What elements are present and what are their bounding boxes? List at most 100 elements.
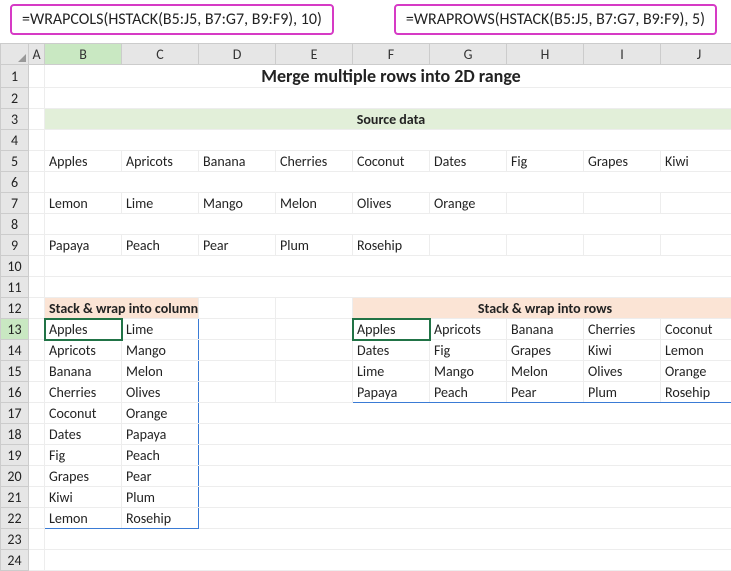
cell[interactable]: Apricots: [45, 340, 122, 361]
cell[interactable]: [29, 529, 45, 550]
cell[interactable]: [29, 487, 45, 508]
cell[interactable]: Papaya: [122, 424, 199, 445]
cell[interactable]: Banana: [507, 319, 584, 340]
colhead-B[interactable]: B: [45, 44, 122, 65]
cell[interactable]: Pear: [122, 466, 199, 487]
cell[interactable]: [29, 277, 45, 298]
cell[interactable]: [199, 403, 731, 424]
cell[interactable]: [29, 340, 45, 361]
cell[interactable]: [45, 529, 731, 550]
row-9[interactable]: 9 Papaya Peach Pear Plum Rosehip: [1, 235, 731, 256]
row-2[interactable]: 2: [1, 88, 731, 109]
rowhead-2[interactable]: 2: [1, 88, 29, 109]
cell[interactable]: [29, 298, 45, 319]
colhead-H[interactable]: H: [507, 44, 584, 65]
cell[interactable]: [584, 193, 661, 214]
cell[interactable]: Peach: [430, 382, 507, 403]
colhead-G[interactable]: G: [430, 44, 507, 65]
cell[interactable]: [199, 340, 276, 361]
cell[interactable]: [584, 235, 661, 256]
row-4[interactable]: 4: [1, 130, 731, 151]
cell[interactable]: Peach: [122, 235, 199, 256]
cell[interactable]: [45, 256, 731, 277]
cell[interactable]: [29, 130, 45, 151]
row-5[interactable]: 5 Apples Apricots Banana Cherries Coconu…: [1, 151, 731, 172]
select-all-corner[interactable]: [1, 44, 29, 65]
cell[interactable]: [45, 214, 731, 235]
cell[interactable]: [29, 382, 45, 403]
row-23[interactable]: 23: [1, 529, 731, 550]
cell[interactable]: [199, 424, 731, 445]
cell[interactable]: [29, 151, 45, 172]
cell[interactable]: Mango: [199, 193, 276, 214]
row-6[interactable]: 6: [1, 172, 731, 193]
cell[interactable]: [29, 256, 45, 277]
rowhead-14[interactable]: 14: [1, 340, 29, 361]
cell[interactable]: Coconut: [661, 319, 731, 340]
cell[interactable]: Plum: [122, 487, 199, 508]
cell[interactable]: [276, 319, 353, 340]
cell[interactable]: Cherries: [276, 151, 353, 172]
cell[interactable]: Apricots: [122, 151, 199, 172]
cell[interactable]: Coconut: [45, 403, 122, 424]
rowhead-13[interactable]: 13: [1, 319, 29, 340]
cell[interactable]: Lime: [122, 319, 199, 340]
cell[interactable]: Plum: [584, 382, 661, 403]
cell[interactable]: Peach: [122, 445, 199, 466]
row-21[interactable]: 21 Kiwi Plum: [1, 487, 731, 508]
rowhead-8[interactable]: 8: [1, 214, 29, 235]
cell[interactable]: Dates: [430, 151, 507, 172]
cell[interactable]: Olives: [122, 382, 199, 403]
row-10[interactable]: 10: [1, 256, 731, 277]
cell[interactable]: Coconut: [353, 151, 430, 172]
cell[interactable]: Apples: [45, 151, 122, 172]
row-3[interactable]: 3 Source data: [1, 109, 731, 130]
source-data-header[interactable]: Source data: [45, 109, 731, 130]
cell[interactable]: [199, 508, 731, 529]
cell[interactable]: [507, 235, 584, 256]
rowhead-6[interactable]: 6: [1, 172, 29, 193]
cell[interactable]: Lime: [122, 193, 199, 214]
cell[interactable]: Pear: [199, 235, 276, 256]
cell[interactable]: [276, 361, 353, 382]
cell[interactable]: Rosehip: [353, 235, 430, 256]
cell[interactable]: Cherries: [45, 382, 122, 403]
cell[interactable]: [199, 319, 276, 340]
worksheet-table[interactable]: A B C D E F G H I J 1 Merge multiple row…: [0, 43, 731, 571]
cell[interactable]: Melon: [276, 193, 353, 214]
cell[interactable]: Lime: [353, 361, 430, 382]
cell[interactable]: [276, 340, 353, 361]
rowhead-9[interactable]: 9: [1, 235, 29, 256]
row-14[interactable]: 14 Apricots Mango Dates Fig Grapes Kiwi …: [1, 340, 731, 361]
rowhead-22[interactable]: 22: [1, 508, 29, 529]
rowhead-7[interactable]: 7: [1, 193, 29, 214]
cell[interactable]: Papaya: [45, 235, 122, 256]
cell[interactable]: Banana: [45, 361, 122, 382]
rowhead-19[interactable]: 19: [1, 445, 29, 466]
row-15[interactable]: 15 Banana Melon Lime Mango Melon Olives …: [1, 361, 731, 382]
cell[interactable]: Olives: [584, 361, 661, 382]
cell[interactable]: [45, 130, 731, 151]
cell[interactable]: [29, 214, 45, 235]
row-19[interactable]: 19 Fig Peach: [1, 445, 731, 466]
row-22[interactable]: 22 Lemon Rosehip: [1, 508, 731, 529]
cell[interactable]: [199, 298, 276, 319]
colhead-D[interactable]: D: [199, 44, 276, 65]
cell[interactable]: Apples: [353, 319, 430, 340]
colhead-E[interactable]: E: [276, 44, 353, 65]
rowhead-10[interactable]: 10: [1, 256, 29, 277]
cell[interactable]: [29, 466, 45, 487]
cell[interactable]: [45, 550, 731, 571]
cell[interactable]: Lemon: [45, 193, 122, 214]
rowhead-4[interactable]: 4: [1, 130, 29, 151]
row-11[interactable]: 11: [1, 277, 731, 298]
cell[interactable]: Plum: [276, 235, 353, 256]
cell[interactable]: [29, 403, 45, 424]
cell[interactable]: Orange: [661, 361, 731, 382]
row-24[interactable]: 24: [1, 550, 731, 571]
row-8[interactable]: 8: [1, 214, 731, 235]
colhead-F[interactable]: F: [353, 44, 430, 65]
cell[interactable]: Rosehip: [661, 382, 731, 403]
colhead-C[interactable]: C: [122, 44, 199, 65]
cell[interactable]: [29, 319, 45, 340]
